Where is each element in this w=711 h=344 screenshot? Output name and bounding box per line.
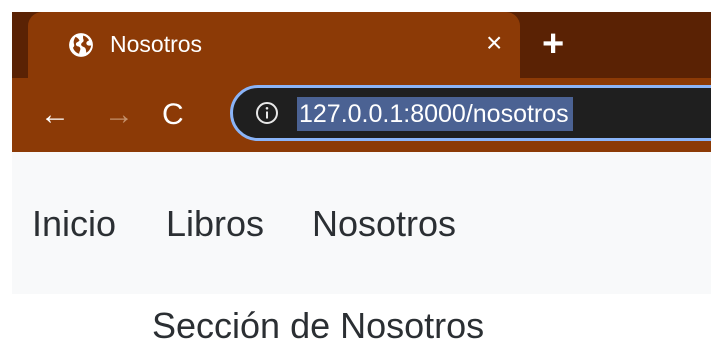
forward-button[interactable]: →: [104, 98, 134, 132]
address-bar[interactable]: 127.0.0.1:8000/nosotros: [230, 85, 711, 141]
info-icon[interactable]: [255, 101, 279, 125]
reload-button[interactable]: C: [162, 98, 184, 132]
browser-toolbar: ← → C 127.0.0.1:8000/nosotros: [12, 78, 711, 152]
page-title: Sección de Nosotros: [152, 305, 485, 344]
back-button[interactable]: ←: [40, 98, 70, 132]
nav-link-libros[interactable]: Libros: [166, 202, 264, 246]
url-text[interactable]: 127.0.0.1:8000/nosotros: [297, 97, 573, 131]
tab-strip: Nosotros × +: [12, 12, 711, 78]
tab-title: Nosotros: [110, 31, 203, 57]
nav-link-inicio[interactable]: Inicio: [32, 202, 116, 246]
site-navbar: Inicio Libros Nosotros: [12, 152, 711, 294]
new-tab-button[interactable]: +: [542, 25, 564, 63]
tab-nosotros[interactable]: Nosotros ×: [28, 12, 520, 78]
nav-link-nosotros[interactable]: Nosotros: [312, 202, 456, 246]
close-icon[interactable]: ×: [486, 27, 502, 59]
screen: Nosotros × + ← → C 127.0.0.1:8000/nosotr…: [0, 0, 711, 344]
globe-icon: [69, 33, 93, 57]
